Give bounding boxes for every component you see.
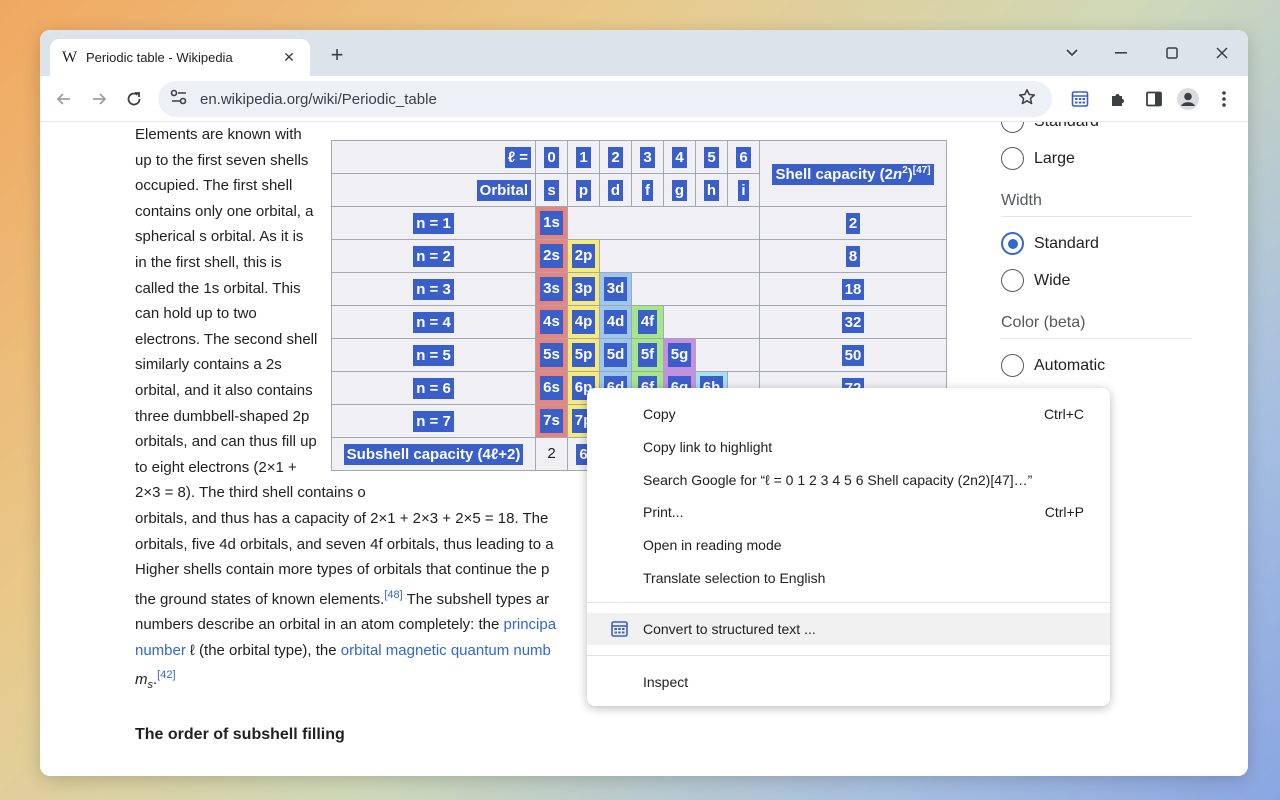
menu-item-print[interactable]: Print... Ctrl+P — [587, 496, 1110, 528]
shell-capacity-cell: 50 — [759, 338, 947, 372]
orbital-cell: 7s — [535, 404, 568, 438]
orbital-cell: 5g — [663, 338, 696, 372]
shell-n-cell: n = 3 — [331, 272, 536, 306]
orbital-cell: 1s — [535, 206, 568, 240]
title-bar: W Periodic table - Wikipedia ✕ + — [40, 30, 1248, 76]
close-window-button[interactable] — [1202, 38, 1242, 68]
color-automatic-option[interactable]: Automatic — [1001, 354, 1105, 377]
url-text: en.wikipedia.org/wiki/Periodic_table — [200, 90, 437, 108]
shell-row: n = 3 3s 3p 3d 18 — [331, 272, 947, 306]
table-grid-icon — [611, 621, 628, 637]
width-heading: Width — [1001, 192, 1192, 217]
extensions-puzzle-icon[interactable] — [1104, 85, 1132, 113]
color-heading: Color (beta) — [1001, 314, 1192, 339]
orbital-cell: 5p — [567, 338, 600, 372]
context-menu: Copy Ctrl+C Copy link to highlight Searc… — [587, 388, 1110, 706]
shell-n-cell: n = 5 — [331, 338, 536, 372]
number-link[interactable]: number — [135, 642, 186, 659]
new-tab-button[interactable]: + — [324, 42, 350, 68]
width-standard-option[interactable]: Standard — [1001, 232, 1099, 255]
shell-n-cell: n = 7 — [331, 404, 536, 438]
shell-capacity-cell: 8 — [759, 239, 947, 273]
menu-item-inspect[interactable]: Inspect — [587, 666, 1110, 698]
maximize-button[interactable] — [1152, 38, 1192, 68]
shell-capacity-cell: 32 — [759, 305, 947, 339]
orbital-cell: 5d — [599, 338, 632, 372]
shell-n-cell: n = 2 — [331, 239, 536, 273]
radio-button[interactable] — [1001, 122, 1024, 133]
structured-text-extension-icon[interactable] — [1066, 85, 1094, 113]
menu-item-search-google[interactable]: Search Google for “ℓ = 0 1 2 3 4 5 6 She… — [587, 464, 1110, 496]
shell-n-cell: n = 1 — [331, 206, 536, 240]
orbital-cell: 3p — [567, 272, 600, 306]
menu-separator — [587, 655, 1110, 656]
radio-button[interactable] — [1001, 147, 1024, 170]
reference-48[interactable]: [48] — [384, 589, 402, 601]
close-tab-icon[interactable]: ✕ — [280, 49, 298, 66]
section-heading: The order of subshell filling — [135, 726, 345, 743]
menu-item-reading-mode[interactable]: Open in reading mode — [587, 529, 1110, 561]
address-bar[interactable]: en.wikipedia.org/wiki/Periodic_table — [158, 81, 1052, 117]
minimize-button[interactable] — [1102, 38, 1142, 68]
shell-row: n = 2 2s 2p 8 — [331, 239, 947, 273]
orbital-cell: 4f — [631, 305, 664, 339]
browser-toolbar: en.wikipedia.org/wiki/Periodic_table — [40, 76, 1248, 122]
reference-42[interactable]: [42] — [157, 669, 175, 681]
tab-title: Periodic table - Wikipedia — [86, 50, 233, 65]
shell-row: n = 4 4s 4p 4d 4f 32 — [331, 305, 947, 339]
shell-n-cell: n = 6 — [331, 371, 536, 405]
shell-capacity-cell: 2 — [759, 206, 947, 240]
back-button[interactable] — [49, 84, 79, 114]
orbital-cell: 6s — [535, 371, 568, 405]
site-settings-icon[interactable] — [170, 89, 188, 110]
orbital-cell: 5f — [631, 338, 664, 372]
radio-button[interactable] — [1001, 354, 1024, 377]
forward-button[interactable] — [84, 84, 114, 114]
chevron-down-icon[interactable] — [1052, 38, 1092, 68]
width-wide-option[interactable]: Wide — [1001, 269, 1070, 292]
shell-row: n = 1 1s 2 — [331, 206, 947, 240]
menu-item-translate[interactable]: Translate selection to English — [587, 562, 1110, 594]
shell-capacity-header: Shell capacity (2n2)[47] — [759, 140, 947, 207]
l-label-cell: ℓ = — [331, 140, 536, 174]
magnetic-quantum-number-link[interactable]: orbital magnetic quantum numb — [341, 642, 551, 659]
orbital-cell: 4d — [599, 305, 632, 339]
orbital-cell: 2p — [567, 239, 600, 273]
orbital-label-cell: Orbital — [331, 173, 536, 207]
text-size-standard-option[interactable]: Standard — [1001, 122, 1099, 133]
radio-button[interactable] — [1001, 269, 1024, 292]
shell-capacity-cell: 18 — [759, 272, 947, 306]
menu-item-convert-structured-text[interactable]: Convert to structured text ... — [587, 613, 1110, 645]
more-menu-icon[interactable] — [1210, 85, 1238, 113]
bookmark-star-icon[interactable] — [1018, 88, 1036, 111]
radio-button-selected[interactable] — [1001, 232, 1024, 255]
reload-button[interactable] — [119, 84, 149, 114]
orbital-cell: 2s — [535, 239, 568, 273]
orbital-cell: 4s — [535, 305, 568, 339]
menu-item-copy[interactable]: Copy Ctrl+C — [587, 398, 1110, 430]
text-size-large-option[interactable]: Large — [1001, 147, 1075, 170]
principal-link[interactable]: principa — [504, 616, 557, 633]
side-panel-icon[interactable] — [1140, 85, 1168, 113]
menu-item-copy-link[interactable]: Copy link to highlight — [587, 431, 1110, 463]
tab-periodic-table[interactable]: W Periodic table - Wikipedia ✕ — [50, 39, 310, 76]
wikipedia-favicon-icon: W — [62, 48, 78, 66]
orbital-cell: 3s — [535, 272, 568, 306]
shell-row: n = 5 5s 5p 5d 5f 5g 50 — [331, 338, 947, 372]
profile-avatar-icon[interactable] — [1174, 85, 1202, 113]
menu-separator — [587, 602, 1110, 603]
orbital-cell: 5s — [535, 338, 568, 372]
subshell-capacity-label: Subshell capacity (4ℓ+2) — [331, 437, 536, 471]
shell-n-cell: n = 4 — [331, 305, 536, 339]
orbital-cell: 3d — [599, 272, 632, 306]
orbital-cell: 4p — [567, 305, 600, 339]
